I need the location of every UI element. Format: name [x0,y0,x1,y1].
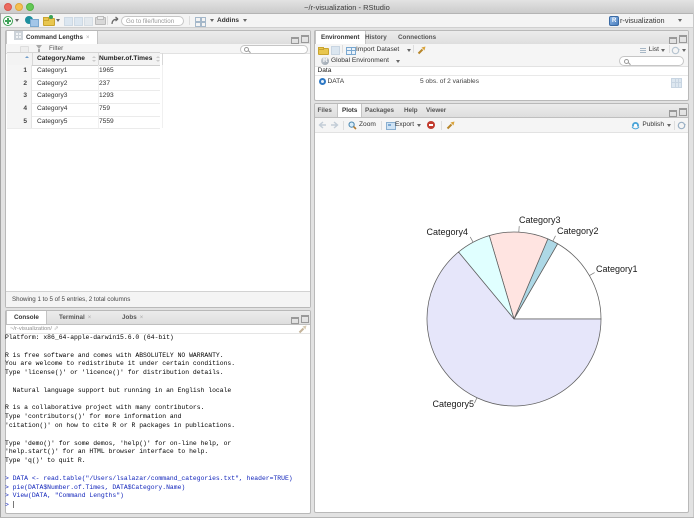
svg-text:Category2: Category2 [557,226,599,236]
svg-text:Category5: Category5 [432,399,474,409]
svg-text:Category3: Category3 [519,215,561,225]
svg-text:Category4: Category4 [426,227,468,237]
svg-text:Category1: Category1 [596,264,638,274]
